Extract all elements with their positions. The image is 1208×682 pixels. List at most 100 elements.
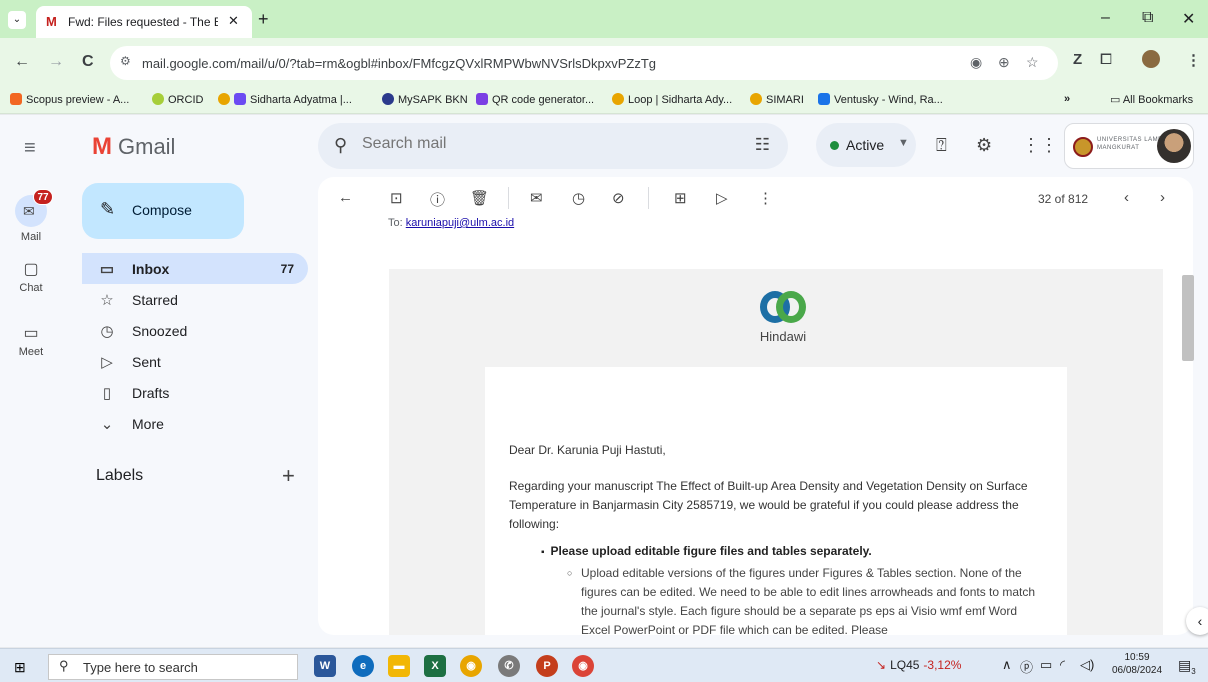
- word-app-icon[interactable]: W: [314, 655, 336, 677]
- newer-message-icon[interactable]: ‹: [1124, 189, 1129, 206]
- gmail-logo[interactable]: M Gmail: [92, 133, 175, 161]
- tab-search-button[interactable]: ⌄: [8, 11, 26, 29]
- bookmark-scopus[interactable]: Scopus preview - A...: [10, 93, 129, 106]
- chevron-down-icon: ▼: [898, 137, 909, 149]
- minimize-button[interactable]: –: [1101, 9, 1110, 27]
- status-dot-icon: [830, 141, 839, 150]
- extensions-puzzle-icon[interactable]: ⧠: [1100, 51, 1112, 68]
- message-toolbar: ← ⊡ ⓘ 🗑 ✉ ◷ ⊘ ⊞ ▷ ⋮ 32 of 812 ‹ ›: [318, 177, 1193, 221]
- ventusky-icon: [818, 93, 830, 105]
- recipient-email[interactable]: karuniapuji@ulm.ac.id: [406, 217, 514, 229]
- all-bookmarks-button[interactable]: ▭ All Bookmarks: [1110, 93, 1193, 106]
- hindawi-logo: Hindawi: [743, 287, 823, 344]
- label-icon[interactable]: ▷: [716, 189, 728, 207]
- bookmark-star-icon[interactable]: ☆: [1026, 54, 1039, 71]
- recipient-line: To: karuniapuji@ulm.ac.id: [388, 217, 514, 229]
- address-bar[interactable]: ⚙ mail.google.com/mail/u/0/?tab=rm&ogbl#…: [110, 46, 1058, 80]
- chrome-app-icon[interactable]: ◉: [572, 655, 594, 677]
- chrome-canary-icon[interactable]: ◉: [460, 655, 482, 677]
- older-message-icon[interactable]: ›: [1160, 189, 1165, 206]
- more-options-icon[interactable]: ⋮: [758, 189, 773, 207]
- powerpoint-app-icon[interactable]: P: [536, 655, 558, 677]
- extension-z-icon[interactable]: Z: [1073, 51, 1082, 68]
- search-bar[interactable]: ⚲ ☷: [318, 123, 788, 169]
- maximize-button[interactable]: ⧉: [1142, 9, 1153, 27]
- url-text[interactable]: mail.google.com/mail/u/0/?tab=rm&ogbl#in…: [142, 56, 656, 71]
- new-tab-button[interactable]: +: [258, 9, 269, 30]
- search-icon: ⚲: [59, 658, 69, 673]
- hindawi-rings-icon: [758, 287, 808, 327]
- orcid-icon: [152, 93, 164, 105]
- message-scrollbar[interactable]: [1182, 275, 1194, 361]
- notification-center-icon[interactable]: ▤3: [1178, 657, 1196, 676]
- zoom-icon[interactable]: ⊕: [998, 54, 1010, 71]
- bookmarks-overflow-button[interactable]: »: [1064, 93, 1070, 105]
- bookmark-simari[interactable]: SIMARI: [750, 93, 804, 106]
- close-window-button[interactable]: ✕: [1182, 9, 1195, 29]
- windows-start-icon[interactable]: ⊞: [14, 659, 26, 676]
- whatsapp-icon[interactable]: ✆: [498, 655, 520, 677]
- pen-tray-icon[interactable]: ⓟ: [1020, 657, 1033, 676]
- snooze-icon[interactable]: ◷: [572, 189, 585, 207]
- help-icon[interactable]: ⍰: [936, 135, 947, 156]
- profile-avatar[interactable]: [1142, 50, 1160, 68]
- forward-button[interactable]: →: [48, 53, 64, 71]
- bookmark-label: MySAPK BKN: [398, 94, 468, 106]
- sidebar-item-drafts[interactable]: ▯ Drafts: [82, 377, 308, 408]
- tab-close-icon[interactable]: ✕: [228, 13, 239, 29]
- sidebar-item-snoozed[interactable]: ◷ Snoozed: [82, 315, 308, 346]
- wifi-icon[interactable]: ◜: [1060, 657, 1065, 673]
- taskbar-search[interactable]: ⚲ Type here to search: [48, 654, 298, 680]
- clock-icon: ◷: [100, 323, 114, 340]
- apps-grid-icon[interactable]: ⋮⋮: [1022, 135, 1058, 156]
- bookmark-loop[interactable]: Loop | Sidharta Ady...: [612, 93, 732, 106]
- taskbar-clock[interactable]: 10:59 06/08/2024: [1104, 651, 1170, 677]
- reload-button[interactable]: C: [82, 53, 94, 71]
- sidebar-item-more[interactable]: ⌄ More: [82, 408, 308, 439]
- back-button[interactable]: ←: [14, 53, 30, 71]
- bookmark-mysapk[interactable]: MySAPK BKN: [382, 93, 468, 106]
- mark-unread-icon[interactable]: ✉: [530, 189, 543, 207]
- rail-meet[interactable]: ▭ Meet: [0, 323, 62, 358]
- report-spam-icon[interactable]: ⓘ: [430, 189, 445, 210]
- bookmark-orcid[interactable]: ORCID: [152, 93, 203, 106]
- main-menu-icon[interactable]: ≡: [24, 137, 36, 160]
- stock-widget[interactable]: ↘ LQ45 -3,12%: [876, 658, 961, 672]
- browser-tab-active[interactable]: M Fwd: Files requested - The Effec ✕: [36, 6, 252, 38]
- gmail-m-icon: M: [92, 133, 112, 160]
- search-options-icon[interactable]: ☷: [755, 135, 770, 155]
- rail-mail[interactable]: ✉ 77 Mail: [0, 189, 62, 243]
- search-input[interactable]: [362, 135, 702, 153]
- search-icon[interactable]: ⚲: [334, 135, 347, 156]
- bookmark-sidharta[interactable]: Sidharta Adyatma |...: [218, 93, 352, 106]
- sidebar-item-inbox[interactable]: ▭ Inbox 77: [82, 253, 308, 284]
- compose-button[interactable]: ✎ Compose: [82, 183, 244, 239]
- rail-chat[interactable]: ▢ Chat: [0, 259, 62, 294]
- chrome-menu-icon[interactable]: ⋮: [1186, 51, 1201, 69]
- volume-icon[interactable]: ◁): [1080, 657, 1094, 673]
- excel-app-icon[interactable]: X: [424, 655, 446, 677]
- sidebar-item-sent[interactable]: ▷ Sent: [82, 346, 308, 377]
- site-info-icon[interactable]: ⚙: [120, 54, 131, 68]
- rail-chat-label: Chat: [19, 282, 43, 294]
- side-panel-toggle-icon[interactable]: ‹: [1186, 607, 1208, 635]
- account-switcher[interactable]: UNIVERSITAS LAMBUNG MANGKURAT: [1064, 123, 1194, 169]
- bookmark-qr[interactable]: QR code generator...: [476, 93, 594, 106]
- add-label-button[interactable]: +: [282, 463, 295, 489]
- move-to-icon[interactable]: ⊞: [674, 189, 687, 207]
- battery-icon[interactable]: ▭: [1040, 657, 1052, 673]
- delete-icon[interactable]: 🗑: [470, 189, 489, 207]
- sidebar-item-starred[interactable]: ☆ Starred: [82, 284, 308, 315]
- status-dropdown[interactable]: Active ▼: [816, 123, 916, 167]
- file-explorer-icon[interactable]: ▬: [388, 655, 410, 677]
- show-hidden-icons-icon[interactable]: ∧: [1002, 657, 1012, 673]
- archive-icon[interactable]: ⊡: [390, 189, 403, 207]
- back-to-inbox-icon[interactable]: ←: [338, 189, 353, 206]
- settings-gear-icon[interactable]: ⚙: [976, 135, 992, 156]
- edge-app-icon[interactable]: e: [352, 655, 374, 677]
- bookmark-ventusky[interactable]: Ventusky - Wind, Ra...: [818, 93, 943, 106]
- eye-icon[interactable]: ◉: [970, 54, 982, 71]
- sidebar-item-label: Starred: [132, 292, 178, 308]
- add-to-tasks-icon[interactable]: ⊘: [612, 189, 625, 207]
- account-avatar[interactable]: [1157, 129, 1191, 163]
